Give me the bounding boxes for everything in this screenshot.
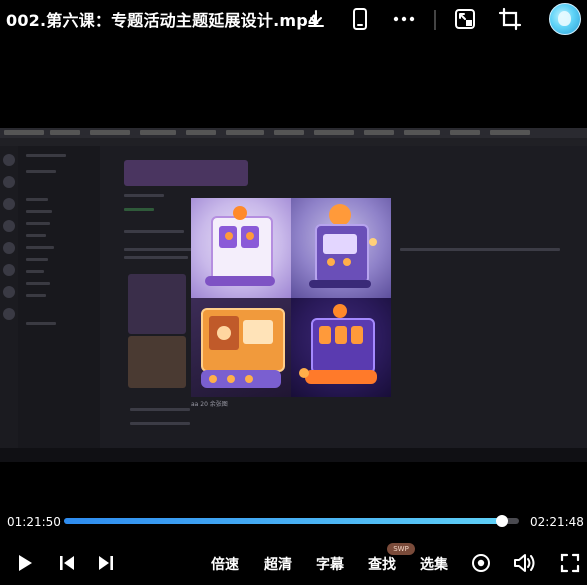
browser-tab-strip [0, 128, 587, 138]
volume-icon [514, 554, 535, 572]
image-caption: aa 20 余张图 [191, 401, 228, 408]
current-time: 01:21:50 [7, 515, 61, 529]
volume-button[interactable] [513, 552, 537, 574]
grid-image-4[interactable] [291, 298, 391, 397]
download-icon[interactable] [303, 6, 329, 32]
phone-icon[interactable] [347, 6, 373, 32]
speed-button[interactable]: 倍速 [211, 554, 239, 574]
fullscreen-button[interactable] [559, 552, 581, 574]
quality-button[interactable]: 超清 [264, 554, 292, 574]
top-bar: 002.第六课：专题活动主题延展设计.mp4 [0, 0, 587, 40]
next-button[interactable] [95, 552, 117, 574]
progress-track[interactable] [64, 515, 519, 527]
grid-image-2[interactable] [291, 198, 391, 298]
video-title: 002.第六课：专题活动主题延展设计.mp4 [6, 11, 320, 30]
target-icon [472, 554, 490, 572]
episodes-button[interactable]: 选集 [420, 554, 448, 574]
bookmark-bar [0, 138, 587, 146]
avatar[interactable] [549, 3, 581, 35]
total-time: 02:21:48 [530, 515, 584, 529]
grid-image-1[interactable] [191, 198, 291, 298]
grid-image-3[interactable] [191, 298, 291, 397]
target-button[interactable] [470, 552, 492, 574]
skip-next-icon [99, 556, 113, 570]
more-icon[interactable] [391, 6, 417, 32]
fullscreen-icon [560, 553, 580, 573]
divider [434, 10, 436, 30]
progress-handle[interactable] [495, 515, 508, 527]
skip-previous-icon [60, 556, 74, 570]
search-button[interactable]: 查找 [368, 554, 396, 574]
channel-panel [18, 146, 100, 448]
previous-button[interactable] [56, 552, 78, 574]
play-icon [19, 555, 32, 571]
crop-icon[interactable] [497, 6, 523, 32]
progress-fill [64, 518, 502, 524]
mini-window-icon[interactable] [452, 6, 478, 32]
play-button[interactable] [14, 552, 36, 574]
server-sidebar [0, 146, 18, 448]
taskbar-strip [0, 448, 587, 462]
image-grid[interactable] [191, 198, 391, 397]
subtitle-button[interactable]: 字幕 [316, 554, 344, 574]
